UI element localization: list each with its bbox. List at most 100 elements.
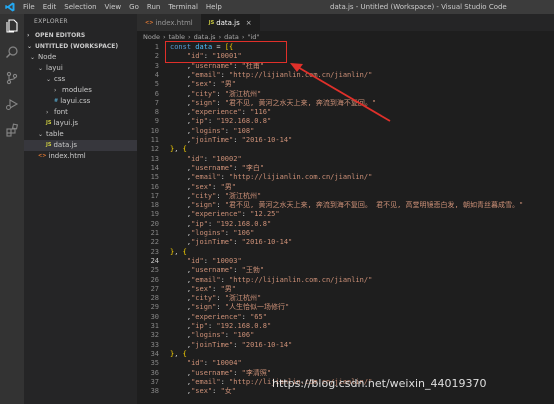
breadcrumb-item[interactable]: table	[169, 33, 185, 41]
source-control-icon[interactable]	[4, 70, 20, 86]
tree-item[interactable]: › font	[24, 107, 137, 118]
code-token: "sex"	[191, 80, 213, 89]
code-token: ,	[170, 182, 192, 191]
code-token: "192.168.0.8"	[216, 219, 272, 228]
code-editor[interactable]: 1 const data = [{2 "id": "10001" 3 ,"usern…	[137, 42, 554, 404]
breadcrumb-item[interactable]: data	[224, 33, 239, 41]
code-token: :	[220, 275, 230, 284]
tab-label: data.js	[216, 18, 240, 27]
code-token: :	[212, 182, 221, 191]
close-icon[interactable]: ×	[246, 19, 252, 27]
explorer-sidebar: EXPLORER › OPEN EDITORS ⌄ UNTITLED (WORK…	[24, 14, 137, 404]
code-token: :	[203, 359, 213, 368]
breadcrumb-item[interactable]: data.js	[194, 33, 216, 41]
window-title: data.js - Untitled (Workspace) - Visual …	[330, 3, 507, 11]
menu-item-selection[interactable]: Selection	[60, 0, 100, 14]
code-token: "sex"	[191, 284, 213, 293]
code-token: ,	[170, 322, 192, 330]
code-token: :	[233, 340, 242, 349]
code-token: :	[233, 368, 242, 377]
code-token: "username"	[191, 163, 234, 172]
menu-item-file[interactable]: File	[19, 0, 39, 14]
code-token: ,	[170, 108, 192, 117]
code-token: "joinTime"	[191, 238, 234, 247]
code-token: "id"	[186, 154, 204, 163]
workspace-section[interactable]: ⌄ UNTITLED (WORKSPACE)	[24, 41, 137, 52]
search-icon[interactable]	[4, 44, 20, 60]
code-token: ,	[170, 377, 192, 386]
code-token: "id"	[186, 52, 204, 61]
code-token: ,	[174, 145, 183, 154]
open-editors-section[interactable]: › OPEN EDITORS	[24, 30, 137, 41]
code-token: :	[212, 284, 221, 293]
code-token: "city"	[191, 294, 217, 303]
code-token: "106"	[233, 331, 255, 340]
chevron-down-icon: ⌄	[27, 43, 33, 50]
code-token: ,	[170, 191, 192, 200]
menu-item-help[interactable]: Help	[202, 0, 226, 14]
code-token: :	[224, 331, 234, 340]
code-token: :	[233, 61, 242, 70]
code-token: ,	[174, 247, 183, 256]
tree-item[interactable]: ⌄ layui	[24, 63, 137, 74]
tree-item[interactable]: JS data.js	[24, 140, 137, 151]
tree-item[interactable]: <> index.html	[24, 151, 137, 162]
menu-item-edit[interactable]: Edit	[39, 0, 61, 14]
tree-item[interactable]: # layui.css	[24, 96, 137, 107]
tab-index-html[interactable]: <> index.html	[137, 14, 201, 31]
code-token: =	[212, 43, 225, 51]
code-token: ,	[170, 136, 192, 144]
js-file-icon: JS	[46, 142, 52, 148]
chevron-right-icon: ›	[218, 32, 222, 41]
extensions-icon[interactable]	[4, 122, 20, 138]
tree-item-label: font	[54, 108, 68, 116]
code-token: "12.25"	[250, 210, 280, 219]
code-token: ,	[170, 340, 192, 349]
menu-item-view[interactable]: View	[101, 0, 126, 14]
menu-item-terminal[interactable]: Terminal	[164, 0, 202, 14]
code-token: :	[241, 210, 251, 219]
code-token: ,	[170, 117, 192, 126]
tree-item-label: data.js	[53, 141, 78, 149]
code-token: "username"	[191, 61, 234, 70]
code-token: ,	[170, 210, 192, 219]
chevron-right-icon: ›	[241, 32, 245, 41]
code-token: "2016-10-14"	[241, 136, 293, 144]
code-token: :	[216, 294, 225, 303]
code-token: "男"	[220, 182, 237, 191]
open-editors-label: OPEN EDITORS	[35, 32, 86, 39]
code-token: :	[220, 173, 230, 182]
code-token: ,	[170, 284, 192, 293]
code-token: {	[182, 349, 187, 358]
code-token: "email"	[191, 70, 221, 79]
code-token: :	[216, 303, 225, 312]
code-token: "experience"	[191, 312, 242, 321]
tree-item[interactable]: ⌄ Node	[24, 52, 137, 63]
explorer-icon[interactable]	[4, 18, 20, 34]
tree-item[interactable]: ⌄ table	[24, 129, 137, 140]
tree-item[interactable]: JS layui.js	[24, 118, 137, 129]
code-token: "人生恰似一场修行"	[224, 303, 290, 312]
tree-item[interactable]: ⌄ css	[24, 74, 137, 85]
code-token: "106"	[233, 229, 255, 237]
code-token: :	[233, 163, 242, 172]
code-token: "city"	[191, 89, 217, 98]
menu-item-run[interactable]: Run	[143, 0, 164, 14]
code-token: [{	[224, 43, 234, 51]
code-token: ,	[170, 312, 192, 321]
menu-item-go[interactable]: Go	[125, 0, 143, 14]
code-token: "sign"	[191, 98, 217, 107]
code-token: "浙江杭州"	[224, 294, 262, 303]
breadcrumb-item[interactable]: "id"	[247, 33, 259, 41]
activity-bar	[0, 14, 24, 404]
code-token: :	[233, 266, 242, 275]
code-token: :	[233, 238, 242, 247]
breadcrumb-item[interactable]: Node	[143, 33, 160, 41]
tree-item[interactable]: › modules	[24, 85, 137, 96]
tab-data-js[interactable]: JS data.js ×	[200, 14, 260, 31]
code-token: ,	[170, 173, 192, 182]
run-debug-icon[interactable]	[4, 96, 20, 112]
code-token: :	[216, 201, 225, 210]
tree-item-label: css	[54, 75, 66, 83]
code-token: "10004"	[212, 359, 242, 368]
